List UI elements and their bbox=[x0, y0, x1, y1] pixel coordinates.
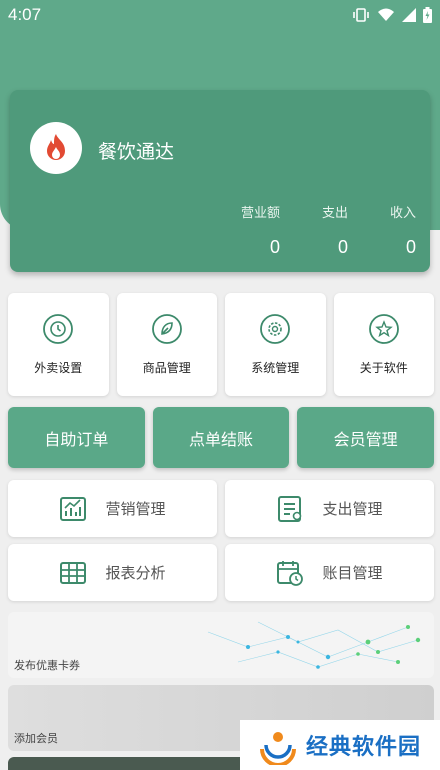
about-software-tile[interactable]: 关于软件 bbox=[333, 293, 434, 396]
app-name: 餐饮通达 bbox=[98, 142, 175, 163]
status-time: 4:07 bbox=[8, 5, 42, 24]
settings-grid: 外卖设置 商品管理 系统管理 关于软件 bbox=[8, 293, 434, 396]
stat-income: 收入 0 bbox=[386, 202, 416, 258]
expense-management-tile[interactable]: 支出管理 bbox=[225, 480, 434, 537]
flame-icon bbox=[47, 134, 65, 160]
stat-value: 0 bbox=[337, 237, 348, 257]
stat-expense: 支出 0 bbox=[318, 202, 348, 258]
watermark-logo-icon bbox=[260, 732, 296, 765]
banner-label: 添加会员 bbox=[14, 733, 58, 745]
management-row-1: 营销管理 支出管理 bbox=[8, 480, 434, 537]
action-buttons: 自助订单 点单结账 会员管理 bbox=[8, 407, 435, 468]
app-logo bbox=[30, 122, 82, 174]
star-icon bbox=[368, 314, 399, 344]
tile-label: 外卖设置 bbox=[34, 361, 83, 375]
self-order-button[interactable]: 自助订单 bbox=[8, 407, 145, 468]
status-bar: 4:07 bbox=[0, 0, 440, 30]
watermark: 经典软件园 bbox=[240, 720, 440, 770]
calendar-clock-icon bbox=[277, 560, 304, 586]
takeout-settings-tile[interactable]: 外卖设置 bbox=[8, 293, 109, 396]
report-analysis-tile[interactable]: 报表分析 bbox=[8, 544, 217, 601]
tile-label: 支出管理 bbox=[322, 501, 383, 518]
coupon-banner[interactable]: 发布优惠卡券 bbox=[8, 612, 434, 678]
stat-value: 0 bbox=[269, 237, 280, 257]
clock-icon bbox=[43, 314, 74, 344]
watermark-text: 经典软件园 bbox=[306, 734, 422, 759]
summary-card: 餐饮通达 营业额 0 支出 0 收入 0 bbox=[10, 90, 430, 272]
stat-label: 营业额 bbox=[240, 205, 280, 220]
wifi-icon bbox=[378, 8, 394, 21]
bill-icon bbox=[278, 495, 302, 522]
product-management-tile[interactable]: 商品管理 bbox=[116, 293, 217, 396]
stat-label: 支出 bbox=[321, 205, 348, 220]
tile-label: 关于软件 bbox=[359, 361, 408, 375]
tile-label: 营销管理 bbox=[105, 501, 166, 518]
system-management-tile[interactable]: 系统管理 bbox=[225, 293, 326, 396]
tile-label: 账目管理 bbox=[322, 565, 383, 582]
gear-icon bbox=[260, 314, 291, 344]
tile-label: 商品管理 bbox=[142, 361, 191, 375]
tile-label: 报表分析 bbox=[105, 565, 166, 582]
table-icon bbox=[60, 561, 87, 584]
vibrate-icon bbox=[353, 8, 369, 22]
marketing-management-tile[interactable]: 营销管理 bbox=[8, 480, 217, 537]
stat-value: 0 bbox=[405, 237, 416, 257]
banner-label: 发布优惠卡券 bbox=[14, 660, 80, 672]
checkout-button[interactable]: 点单结账 bbox=[152, 407, 290, 468]
member-management-button[interactable]: 会员管理 bbox=[297, 407, 435, 468]
leaf-icon bbox=[151, 314, 182, 344]
bar-chart-icon bbox=[60, 496, 87, 521]
battery-icon bbox=[423, 7, 432, 23]
stat-revenue: 营业额 0 bbox=[238, 202, 280, 258]
tile-label: 系统管理 bbox=[251, 361, 300, 375]
stat-label: 收入 bbox=[389, 205, 416, 220]
signal-icon bbox=[402, 8, 416, 22]
management-row-2: 报表分析 账目管理 bbox=[8, 544, 434, 601]
account-management-tile[interactable]: 账目管理 bbox=[225, 544, 434, 601]
